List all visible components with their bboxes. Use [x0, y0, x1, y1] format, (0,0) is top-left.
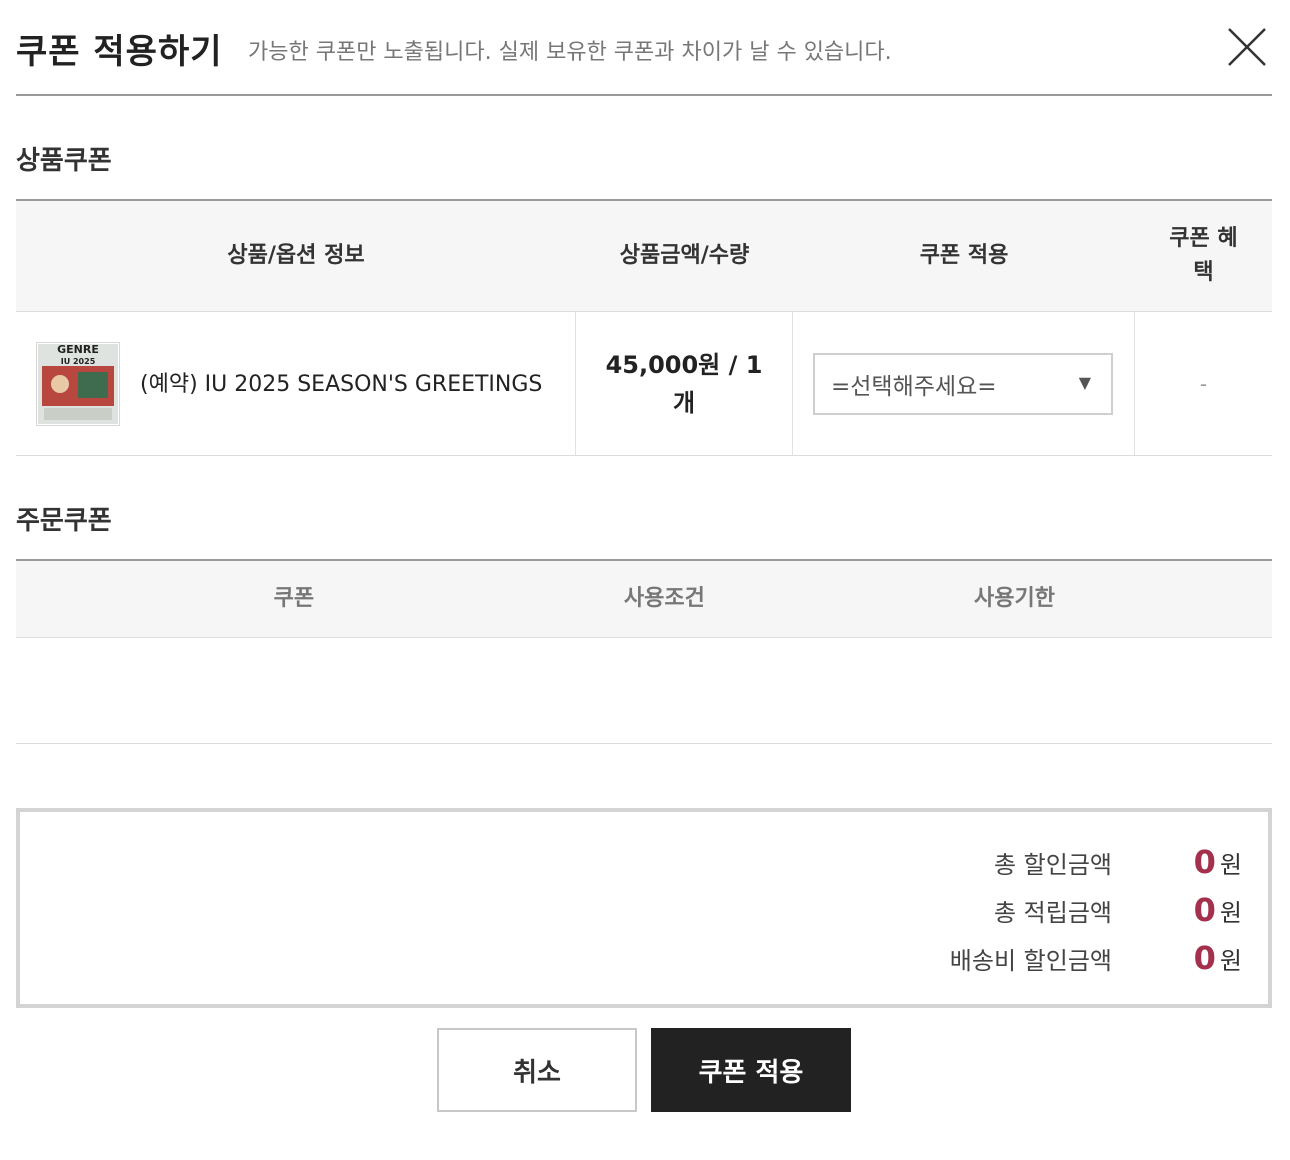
col-price-qty: 상품금액/수량: [619, 243, 750, 268]
product-thumbnail[interactable]: GENRE IU 2025: [36, 341, 120, 426]
summary-row-total-discount: 총 할인금액 0원: [872, 842, 1242, 882]
coupon-apply-cell: =선택해주세요= ▼: [793, 312, 1135, 455]
coupon-benefit-cell: -: [1135, 312, 1272, 455]
order-coupon-title: 주문쿠폰: [16, 506, 112, 536]
col-product-info: 상품/옵션 정보: [227, 243, 365, 268]
col-coupon-benefit: 쿠폰 혜택: [1169, 226, 1238, 285]
close-icon: [1228, 28, 1266, 66]
summary-amount: 0원: [1193, 891, 1242, 929]
apply-coupon-button[interactable]: 쿠폰 적용: [651, 1028, 851, 1112]
price-qty: 45,000원 / 1개: [605, 350, 763, 417]
modal-subtitle: 가능한 쿠폰만 노출됩니다. 실제 보유한 쿠폰과 차이가 날 수 있습니다.: [248, 40, 892, 65]
product-coupon-table-header: 상품/옵션 정보 상품금액/수량 쿠폰 적용 쿠폰 혜택: [16, 199, 1272, 312]
order-coupon-table: 쿠폰 사용조건 사용기한: [16, 559, 1272, 744]
coupon-benefit-value: -: [1199, 371, 1208, 396]
summary-amount: 0원: [1193, 843, 1242, 881]
modal-title: 쿠폰 적용하기: [16, 32, 223, 72]
modal-header: 쿠폰 적용하기 가능한 쿠폰만 노출됩니다. 실제 보유한 쿠폰과 차이가 날 …: [16, 22, 1272, 96]
order-coupon-empty-body: [16, 638, 1272, 744]
col-usage-period: 사용기한: [974, 586, 1055, 611]
summary-label: 배송비 할인금액: [949, 946, 1112, 975]
col-usage-condition: 사용조건: [623, 586, 705, 611]
order-coupon-table-header: 쿠폰 사용조건 사용기한: [16, 559, 1272, 638]
summary-row-shipping-discount: 배송비 할인금액 0원: [872, 938, 1242, 978]
price-qty-cell: 45,000원 / 1개: [576, 312, 793, 455]
summary-label: 총 할인금액: [993, 850, 1112, 879]
product-info-cell: GENRE IU 2025 (예약) IU 2025 SEASON'S GREE…: [16, 312, 576, 455]
product-coupon-table: 상품/옵션 정보 상품금액/수량 쿠폰 적용 쿠폰 혜택 GENRE IU 20…: [16, 199, 1272, 456]
summary-row-total-points: 총 적립금액 0원: [872, 890, 1242, 930]
table-row: GENRE IU 2025 (예약) IU 2025 SEASON'S GREE…: [16, 312, 1272, 456]
close-button[interactable]: [1226, 26, 1268, 68]
product-name[interactable]: (예약) IU 2025 SEASON'S GREETINGS: [140, 365, 560, 403]
cancel-button[interactable]: 취소: [437, 1028, 637, 1112]
col-coupon-apply: 쿠폰 적용: [919, 243, 1009, 268]
thumb-year: IU 2025: [60, 356, 96, 366]
coupon-select-value: =선택해주세요=: [831, 373, 997, 400]
coupon-select[interactable]: =선택해주세요= ▼: [813, 352, 1113, 415]
chevron-down-icon: ▼: [1078, 372, 1091, 392]
col-coupon: 쿠폰: [273, 586, 315, 611]
product-coupon-title: 상품쿠폰: [16, 146, 112, 176]
summary-amount: 0원: [1193, 939, 1242, 977]
thumb-title: GENRE: [57, 342, 99, 356]
discount-summary: 총 할인금액 0원 총 적립금액 0원 배송비 할인금액 0원: [16, 808, 1272, 1008]
summary-label: 총 적립금액: [993, 898, 1112, 927]
